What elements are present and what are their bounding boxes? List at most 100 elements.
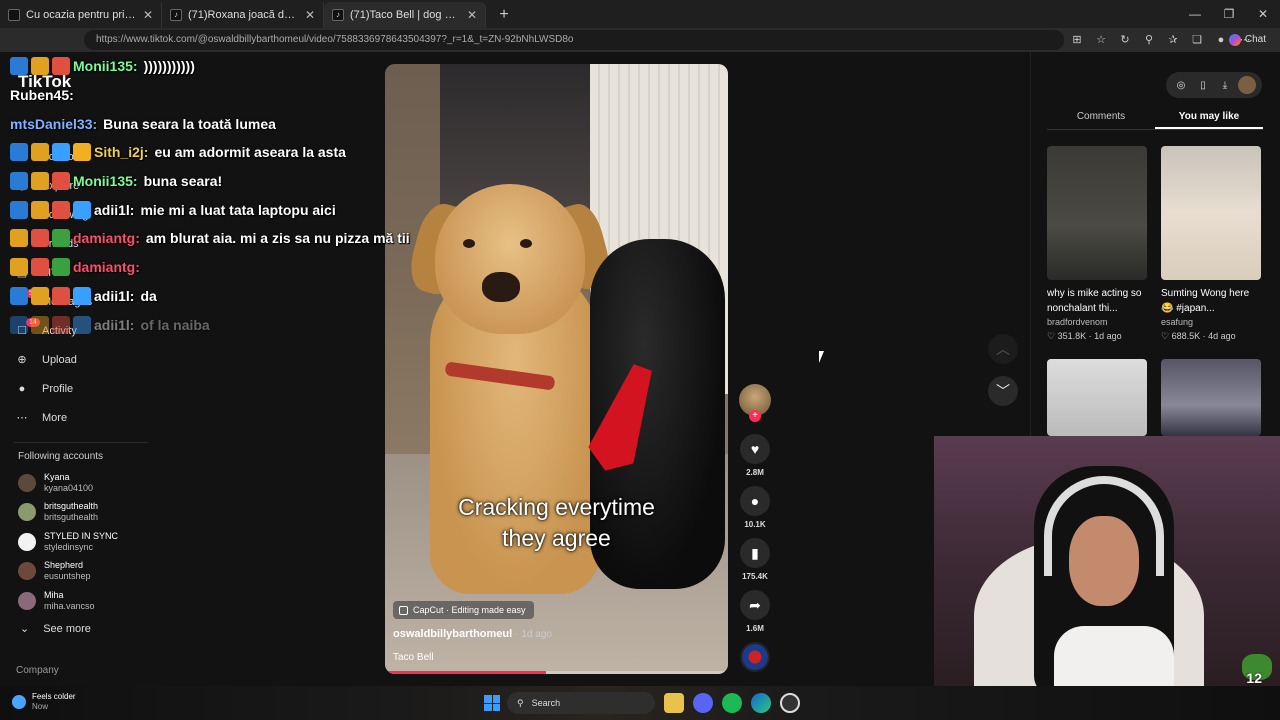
card-likes: 351.8K [1057, 331, 1087, 341]
chat-text: am blurat aia. mi a zis sa nu pizza mă t… [145, 230, 410, 247]
comment-button[interactable]: ● [740, 486, 770, 516]
music-disc-icon[interactable] [740, 642, 770, 672]
compass-icon[interactable]: ◎ [1172, 80, 1190, 91]
avatar[interactable] [1238, 76, 1256, 94]
recommended-card[interactable]: why is mike acting so nonchalant thi... … [1047, 146, 1147, 343]
video-thumbnail [1047, 146, 1147, 280]
weather-title: Feels colder [32, 692, 76, 701]
close-icon[interactable]: ✕ [467, 8, 477, 22]
avatar [18, 473, 36, 492]
following-account[interactable]: britsguthealth britsguthealth [18, 498, 168, 528]
close-icon[interactable]: ✕ [143, 8, 153, 22]
favorite-star-icon[interactable]: ☆ [1092, 30, 1110, 50]
nav-label: More [42, 411, 68, 424]
tiktok-icon: ♪ [170, 9, 182, 21]
tab-label: (71)Taco Bell | dog cracking | [350, 9, 461, 21]
right-panel-tabs: Comments You may like [1047, 108, 1263, 130]
video-author[interactable]: oswaldbillybarthomeul · 1d ago [393, 628, 552, 640]
nav-profile[interactable]: ● Profile [14, 374, 174, 403]
follow-plus-icon[interactable]: + [749, 410, 761, 422]
favorites-icon[interactable]: ✰ [1164, 30, 1182, 50]
previous-video-button[interactable]: ︿ [988, 334, 1018, 364]
card-title: why is mike acting so nonchalant thi... [1047, 288, 1142, 314]
recommended-card[interactable]: Sumting Wong here 😂 #japan... esafung ♡ … [1161, 146, 1261, 343]
chat-badge-icon [31, 200, 49, 219]
chat-message: Monii135: buna seara! [10, 167, 530, 196]
comment-icon: ● [750, 493, 760, 509]
account-handle: miha.vancso [44, 600, 95, 611]
chat-message: adii1l: da [10, 282, 530, 311]
chat-text: da [140, 287, 157, 304]
chat-username: mtsDaniel33: [10, 115, 98, 132]
account-name: Miha [44, 589, 64, 600]
video-actions: + ♥ 2.8M ● 10.1K ▮ 175.4K ➦ 1.6M [736, 384, 774, 672]
video-sound[interactable]: Taco Bell [393, 652, 434, 663]
apps-icon[interactable]: ⊞ [1068, 30, 1086, 50]
chat-badge-icon [10, 57, 28, 76]
close-window-icon[interactable]: ✕ [1246, 0, 1280, 28]
creator-avatar[interactable]: + [739, 384, 771, 422]
close-icon[interactable]: ✕ [305, 8, 315, 22]
new-tab-button[interactable]: + [492, 4, 516, 28]
tab-comments[interactable]: Comments [1047, 108, 1155, 129]
account-name: britsguthealth [44, 501, 99, 512]
file-explorer-icon[interactable] [664, 693, 684, 713]
refresh-icon[interactable]: ↻ [1116, 30, 1134, 50]
obs-icon[interactable] [780, 693, 800, 713]
phone-icon[interactable]: ▯ [1194, 80, 1212, 91]
maximize-icon[interactable]: ❐ [1212, 0, 1246, 28]
card-title: Sumting Wong here 😂 #japan... [1161, 288, 1250, 314]
following-account[interactable]: Shepherd eusuntshep [18, 557, 168, 587]
capcut-badge[interactable]: CapCut · Editing made easy [393, 601, 534, 619]
chat-badge-icon [31, 172, 49, 191]
following-account[interactable]: STYLED IN SYNC styledinsync [18, 527, 168, 557]
account-name: STYLED IN SYNC [44, 530, 119, 541]
chevron-down-icon: ⌄ [20, 623, 30, 635]
nav-label: Profile [42, 382, 74, 395]
like-button[interactable]: ♥ [740, 434, 770, 464]
taskbar-search[interactable]: ⚲ Search [507, 692, 655, 714]
discord-icon[interactable] [693, 693, 713, 713]
share-button[interactable]: ➦ [740, 590, 770, 620]
chat-username: adii1l: [94, 316, 135, 333]
download-icon[interactable]: ⤓ [1216, 80, 1234, 91]
recommended-card[interactable] [1161, 359, 1261, 436]
copilot-chat-button[interactable]: Chat [1223, 31, 1272, 49]
chat-username: damiantg: [73, 259, 140, 276]
tab-you-may-like[interactable]: You may like [1155, 108, 1263, 129]
url-input[interactable]: https://www.tiktok.com/@oswaldbillybarth… [84, 30, 1064, 50]
next-video-button[interactable]: ﹀ [988, 376, 1018, 406]
following-account[interactable]: Miha miha.vancso [18, 586, 168, 616]
nav-more[interactable]: ⋯ More [14, 403, 174, 432]
chat-username: adii1l: [94, 201, 135, 218]
chat-username: Sith_i2j: [94, 144, 149, 161]
chat-badge-icon [31, 229, 49, 248]
avatar [18, 562, 36, 581]
nav-upload[interactable]: ⊕ Upload [14, 345, 174, 374]
see-more-button[interactable]: ⌄ See more [20, 622, 91, 636]
edge-icon[interactable] [751, 693, 771, 713]
save-button[interactable]: ▮ [740, 538, 770, 568]
comment-count: 10.1K [744, 520, 766, 529]
spotify-icon[interactable] [722, 693, 742, 713]
video-progress-bar[interactable] [388, 671, 725, 674]
browser-tab-1[interactable]: Cu ocazia pentru prima data de la incepe… [0, 2, 162, 28]
chat-username: damiantg: [73, 230, 140, 247]
chat-message: mtsDaniel33: Buna seara la toată lumea [10, 109, 530, 138]
upload-icon: ⊕ [17, 354, 27, 366]
account-name: Kyana [44, 471, 70, 482]
extensions-icon[interactable]: ⚲ [1140, 30, 1158, 50]
browser-tab-3[interactable]: ♪ (71)Taco Bell | dog cracking | ✕ [324, 2, 486, 28]
weather-widget[interactable]: Feels colder Now [12, 692, 76, 712]
browser-tab-2[interactable]: ♪ (71)Roxana joacă dbd #fyp #kicks ✕ [162, 2, 324, 28]
chat-badge-icon [52, 143, 70, 162]
card-author: bradfordvenom [1047, 317, 1108, 327]
chat-badge-icon [10, 200, 28, 219]
card-date: 4d ago [1208, 331, 1236, 341]
collections-icon[interactable]: ❏ [1188, 30, 1206, 50]
minimize-icon[interactable]: — [1178, 0, 1212, 28]
windows-start-icon[interactable] [484, 695, 500, 711]
following-account[interactable]: Kyana kyana04100 [18, 468, 168, 498]
footer-company-link[interactable]: Company [16, 665, 59, 676]
recommended-card[interactable] [1047, 359, 1147, 436]
